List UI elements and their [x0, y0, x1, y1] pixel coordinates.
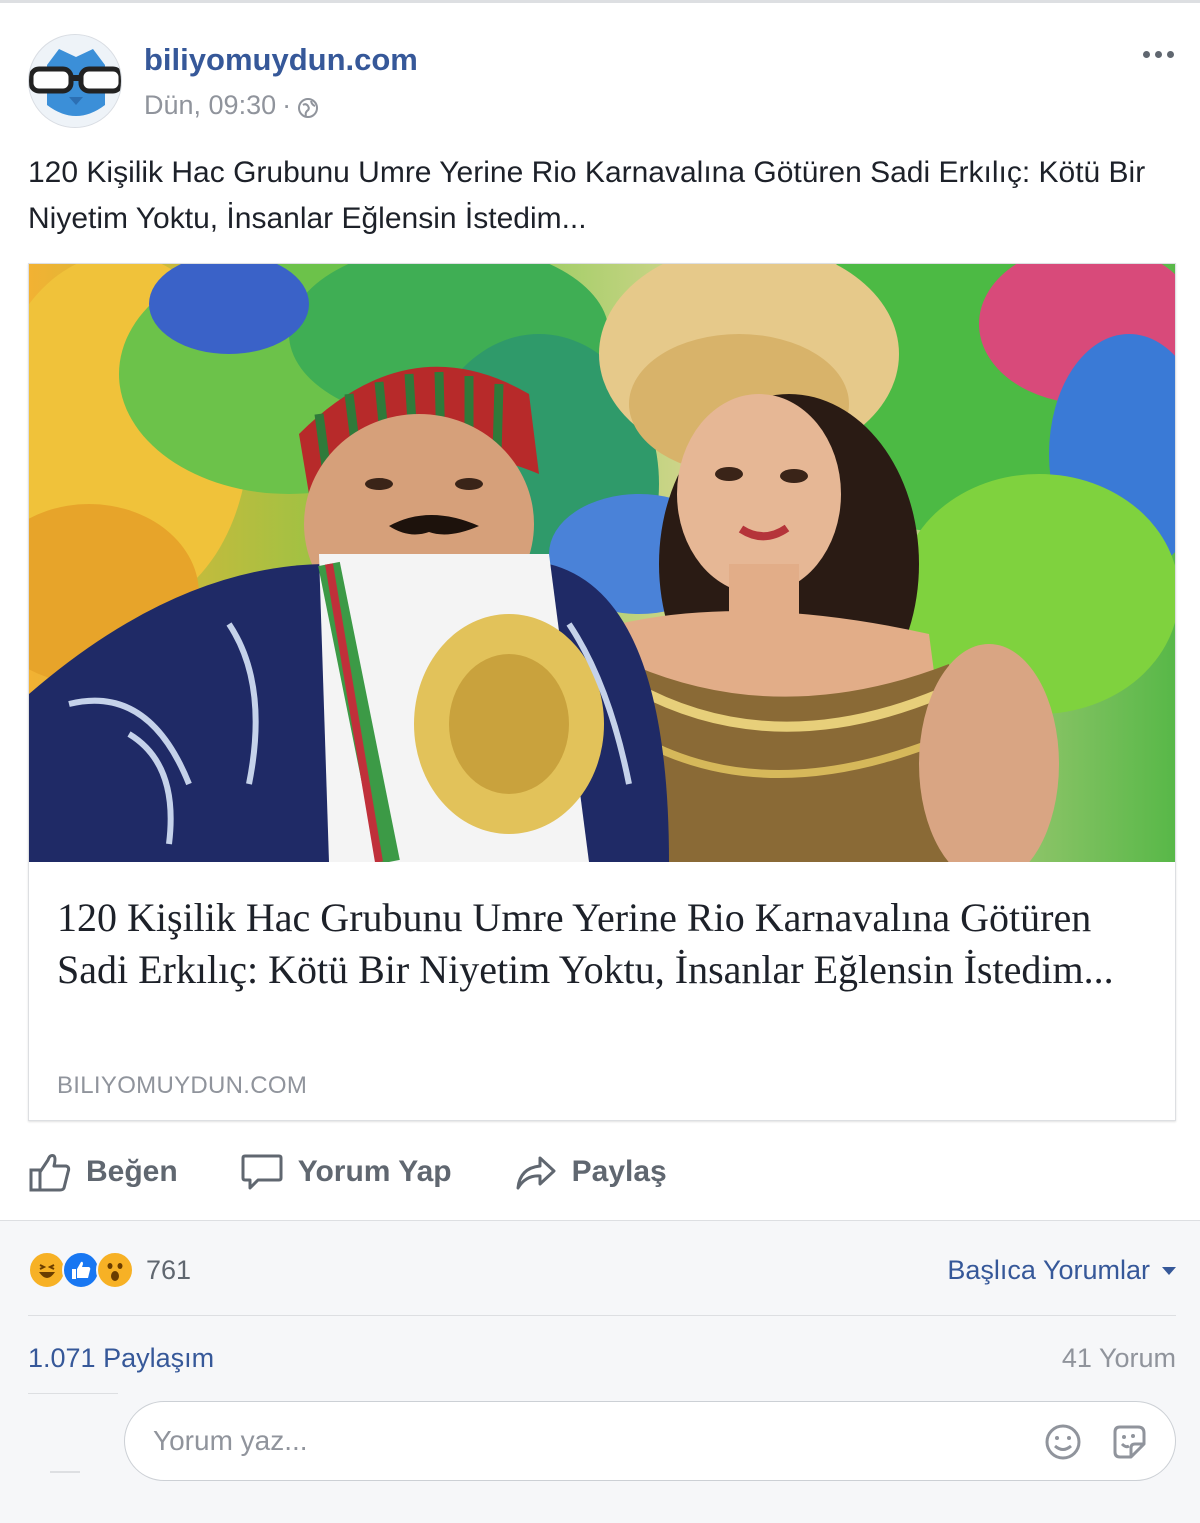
like-button[interactable]: Beğen [28, 1150, 178, 1194]
reaction-count: 761 [146, 1254, 192, 1285]
post-text: 120 Kişilik Hac Grubunu Umre Yerine Rio … [28, 156, 1146, 235]
commenter-avatar-placeholder [50, 1471, 80, 1473]
page-avatar[interactable] [28, 34, 122, 128]
sticker-icon[interactable] [1109, 1422, 1149, 1467]
comment-input[interactable] [153, 1402, 1013, 1480]
comment-count-link[interactable]: 41 Yorum [1062, 1343, 1176, 1374]
owl-logo-icon [29, 35, 121, 127]
share-button[interactable]: Paylaş [514, 1150, 667, 1194]
haha-reaction-icon [28, 1251, 66, 1289]
post-meta: Dün, 09:30 · [144, 90, 319, 121]
more-options-icon[interactable] [1138, 44, 1178, 64]
like-label: Beğen [86, 1155, 178, 1188]
comment-composer[interactable] [124, 1401, 1176, 1481]
comments-sort-dropdown[interactable]: Başlıca Yorumlar [947, 1255, 1176, 1286]
footer-divider-short [28, 1393, 118, 1394]
post-footer: 761 Başlıca Yorumlar 1.071 Paylaşım 41 Y… [0, 1220, 1200, 1523]
globe-icon[interactable] [297, 95, 319, 118]
share-arrow-icon [514, 1150, 558, 1194]
reactions-summary[interactable]: 761 [28, 1251, 191, 1289]
post-actions: Beğen Yorum Yap Paylaş [28, 1140, 1176, 1204]
wow-reaction-icon [96, 1251, 134, 1289]
footer-divider [28, 1315, 1176, 1316]
link-title[interactable]: 120 Kişilik Hac Grubunu Umre Yerine Rio … [57, 892, 1147, 996]
share-label: Paylaş [571, 1155, 667, 1188]
post-timestamp[interactable]: Dün, 09:30 [144, 90, 276, 121]
link-preview-image[interactable] [29, 264, 1175, 862]
emoji-icon[interactable] [1043, 1422, 1083, 1467]
like-reaction-icon [62, 1251, 100, 1289]
meta-separator: · [282, 90, 292, 120]
link-preview-card[interactable]: 120 Kişilik Hac Grubunu Umre Yerine Rio … [28, 263, 1176, 1121]
link-domain: BILIYOMUYDUN.COM [57, 1072, 308, 1099]
thumbs-up-icon [28, 1150, 72, 1194]
page-name-link[interactable]: biliyomuydun.com [144, 42, 418, 78]
comment-label: Yorum Yap [297, 1155, 452, 1188]
comment-bubble-icon [240, 1150, 284, 1194]
comments-sort-label: Başlıca Yorumlar [947, 1255, 1150, 1285]
top-border [0, 0, 1200, 3]
caret-down-icon [1162, 1266, 1176, 1275]
comment-button[interactable]: Yorum Yap [240, 1150, 452, 1194]
post-header: biliyomuydun.com Dün, 09:30 · [28, 34, 1178, 130]
share-count-link[interactable]: 1.071 Paylaşım [28, 1343, 214, 1374]
